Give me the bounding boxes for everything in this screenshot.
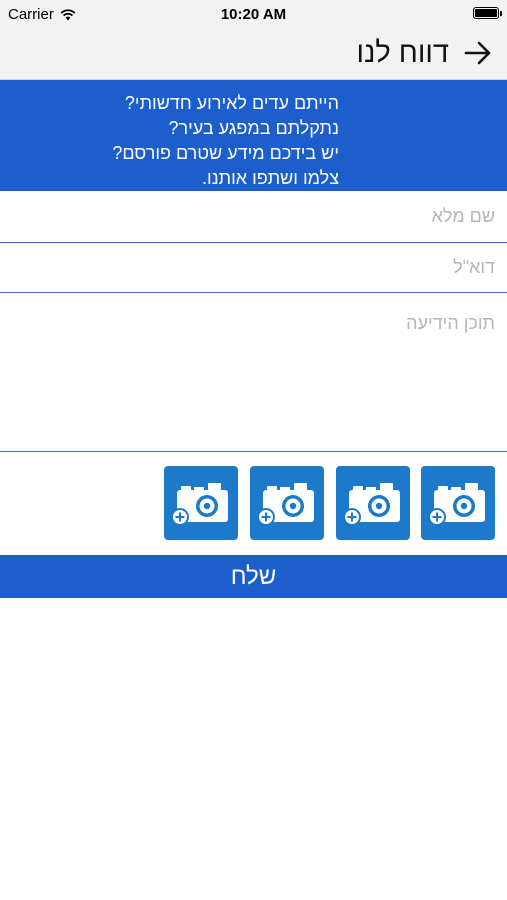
page-title: דווח לנו [356,37,449,69]
intro-banner: הייתם עדים לאירוע חדשותי? נתקלתם במפגע ב… [0,80,507,191]
arrow-right-icon[interactable] [463,38,493,68]
battery-icon [473,7,502,19]
intro-line: הייתם עדים לאירוע חדשותי? [124,93,339,113]
story-content-textarea[interactable] [0,293,507,443]
add-photo-camera-icon [429,483,485,526]
photo-attachments [164,466,495,540]
add-photo-camera-icon [258,483,314,526]
add-photo-camera-icon [344,483,400,526]
add-photo-camera-icon [172,483,228,526]
send-button[interactable]: שלח [0,555,507,598]
add-photo-button-1[interactable] [421,466,495,540]
navigation-bar: דווח לנו [0,28,507,80]
full-name-field-container [0,191,507,243]
intro-line: נתקלתם במפגע בעיר? [168,118,339,138]
add-photo-button-4[interactable] [164,466,238,540]
email-field-container [0,243,507,293]
battery-level [475,9,497,17]
story-content-field-container [0,293,507,452]
add-photo-button-3[interactable] [250,466,324,540]
status-time: 10:20 AM [220,6,287,23]
full-name-input[interactable] [0,191,507,241]
status-bar: Carrier 10:20 AM [0,0,507,28]
intro-line: צלמו ושתפו אותנו. [201,168,339,188]
email-input[interactable] [0,243,507,291]
add-photo-button-2[interactable] [336,466,410,540]
intro-line: יש בידכם מידע שטרם פורסם? [112,143,339,163]
